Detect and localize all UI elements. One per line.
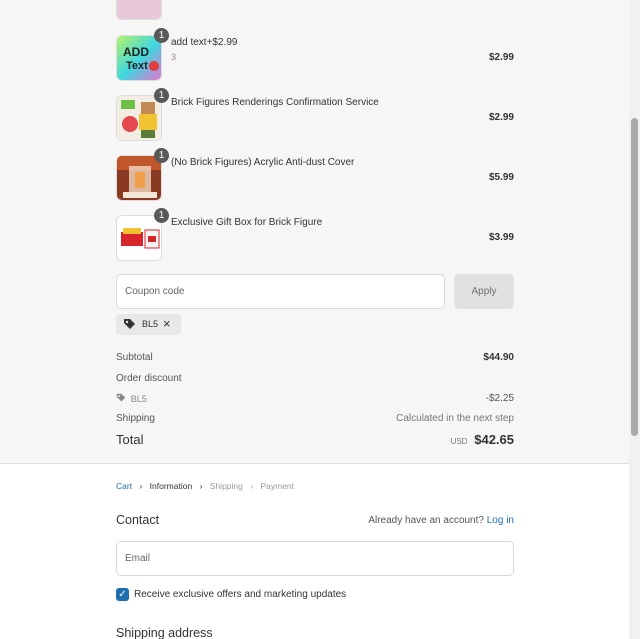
total-row: Total USD $42.65 xyxy=(116,432,514,452)
breadcrumb-payment: Payment xyxy=(260,481,295,491)
item-thumbnail xyxy=(116,155,162,201)
order-discount-row: Order discount xyxy=(116,373,514,384)
subtotal-label: Subtotal xyxy=(116,352,153,363)
subtotal-row: Subtotal $44.90 xyxy=(116,352,514,363)
svg-text:ADD: ADD xyxy=(123,45,149,59)
subtotal-value: $44.90 xyxy=(483,352,514,363)
coupon-code-input[interactable]: Coupon code xyxy=(116,274,445,309)
login-link[interactable]: Log in xyxy=(487,515,514,526)
breadcrumb-cart[interactable]: Cart xyxy=(116,481,132,491)
item-title: (No Brick Figures) Acrylic Anti-dust Cov… xyxy=(171,157,355,168)
apply-coupon-button[interactable]: Apply xyxy=(454,274,514,309)
shipping-value: Calculated in the next step xyxy=(396,413,514,424)
shipping-row: Shipping Calculated in the next step xyxy=(116,413,514,424)
quantity-badge: 1 xyxy=(154,88,169,103)
order-discount-label: Order discount xyxy=(116,373,182,384)
list-item: ADD Text 1 add text+$2.99 3 $2.99 xyxy=(116,28,514,83)
scrollbar[interactable] xyxy=(629,0,640,639)
svg-text:Text: Text xyxy=(126,60,148,72)
item-price: $2.99 xyxy=(488,112,514,123)
list-item: 1 (No Brick Figures) Acrylic Anti-dust C… xyxy=(116,148,514,203)
order-summary: ADD Text 1 add text+$2.99 3 $2.99 1 Bric… xyxy=(0,0,629,464)
quantity-badge: 1 xyxy=(154,208,169,223)
tag-icon xyxy=(123,318,136,333)
quantity-badge: 1 xyxy=(154,28,169,43)
item-thumbnail xyxy=(116,215,162,261)
applied-code-label: BL5 xyxy=(142,319,159,329)
discount-value: -$2.25 xyxy=(485,393,514,404)
breadcrumb-information: Information xyxy=(149,481,193,491)
item-thumbnail xyxy=(116,95,162,141)
remove-discount-icon[interactable]: × xyxy=(163,316,171,331)
total-amount: USD $42.65 xyxy=(451,432,514,447)
account-prompt-row: Already have an account? Log in xyxy=(368,515,514,526)
contact-heading: Contact xyxy=(116,513,160,527)
shipping-address-heading: Shipping address xyxy=(116,626,213,639)
item-price: $3.99 xyxy=(488,232,514,243)
list-item: 1 Brick Figures Renderings Confirmation … xyxy=(116,88,514,143)
chevron-right-icon: › xyxy=(199,481,203,491)
email-field[interactable]: Email xyxy=(116,541,514,576)
total-label: Total xyxy=(116,432,144,447)
marketing-checkbox[interactable]: ✓ xyxy=(116,588,129,601)
item-option: 3 xyxy=(171,52,177,62)
item-price: $5.99 xyxy=(488,172,514,183)
tag-icon xyxy=(116,393,126,406)
item-thumbnail: ADD Text xyxy=(116,35,162,81)
scrollbar-thumb[interactable] xyxy=(631,118,638,436)
discount-code-label: BL5 xyxy=(130,394,147,405)
item-title: Brick Figures Renderings Confirmation Se… xyxy=(171,97,379,108)
marketing-label: Receive exclusive offers and marketing u… xyxy=(134,589,347,600)
discount-code-row: BL5 -$2.25 xyxy=(116,393,514,406)
shipping-label: Shipping xyxy=(116,413,155,424)
chevron-right-icon: › xyxy=(250,481,254,491)
quantity-badge: 1 xyxy=(154,148,169,163)
item-title: Exclusive Gift Box for Brick Figure xyxy=(171,217,323,228)
breadcrumb: Cart › Information › Shipping › Payment xyxy=(116,481,299,491)
item-thumbnail xyxy=(116,0,162,20)
item-title: add text+$2.99 xyxy=(171,37,238,48)
breadcrumb-shipping: Shipping xyxy=(209,481,243,491)
chevron-right-icon: › xyxy=(139,481,143,491)
account-prompt: Already have an account? xyxy=(368,515,484,526)
list-item: 1 Exclusive Gift Box for Brick Figure $3… xyxy=(116,208,514,263)
applied-discount-chip: BL5 × xyxy=(116,314,181,335)
item-price: $2.99 xyxy=(488,52,514,63)
total-value: $42.65 xyxy=(474,432,514,447)
total-currency: USD xyxy=(450,437,468,446)
